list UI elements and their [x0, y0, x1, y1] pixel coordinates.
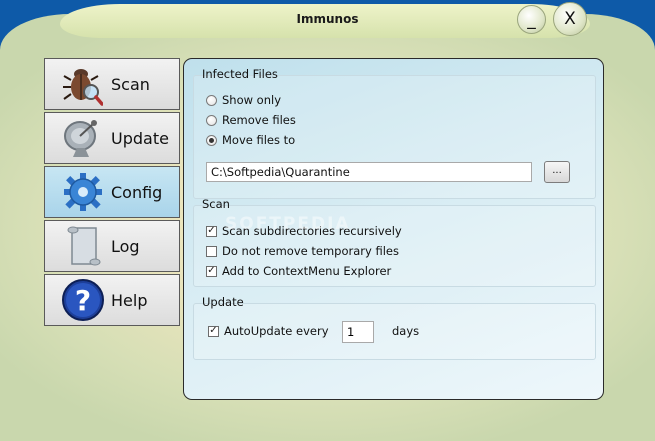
nav-item-help[interactable]: ? Help [44, 274, 180, 326]
nav-item-update[interactable]: Update [44, 112, 180, 164]
infected-files-title: Infected Files [202, 67, 278, 81]
check-keep-temp[interactable]: Do not remove temporary files [206, 244, 399, 258]
radio-circle[interactable] [206, 94, 217, 106]
browse-button[interactable]: ... [544, 161, 570, 183]
checkbox-checked[interactable]: ✓ [206, 265, 217, 277]
checkbox[interactable] [206, 245, 217, 257]
checkbox-checked[interactable]: ✓ [208, 325, 219, 337]
scroll-icon [61, 224, 105, 268]
days-label: days [392, 324, 420, 338]
check-context-menu[interactable]: ✓ Add to ContextMenu Explorer [206, 264, 391, 278]
infected-files-group: Infected Files Show only Remove files Mo… [193, 67, 596, 199]
watermark: SOFTPEDIA [225, 214, 351, 234]
check-auto-update[interactable]: ✓ AutoUpdate every [208, 324, 329, 338]
gear-icon [61, 170, 105, 214]
quarantine-path-input[interactable] [206, 162, 532, 182]
radio-label: Remove files [222, 113, 296, 127]
scan-title: Scan [202, 197, 230, 211]
nav-label-config: Config [111, 182, 163, 202]
nav-label-log: Log [111, 236, 140, 256]
nav-item-scan[interactable]: Scan [44, 58, 180, 110]
nav-label-help: Help [111, 290, 148, 310]
update-days-input[interactable] [342, 321, 374, 343]
question-icon: ? [61, 278, 105, 322]
minimize-button[interactable]: _ [517, 5, 546, 34]
checkbox-label: AutoUpdate every [224, 324, 329, 338]
bug-magnifier-icon [61, 62, 105, 106]
update-group: Update ✓ AutoUpdate every days [193, 295, 596, 360]
checkbox-label: Add to ContextMenu Explorer [222, 264, 392, 278]
radio-move-files[interactable]: Move files to [206, 133, 295, 147]
nav-label-update: Update [111, 128, 169, 148]
nav-label-scan: Scan [111, 74, 150, 94]
nav-item-config[interactable]: Config [44, 166, 180, 218]
svg-text:?: ? [75, 284, 91, 317]
close-button[interactable]: X [553, 2, 587, 36]
radio-remove-files[interactable]: Remove files [206, 113, 296, 127]
radio-show-only[interactable]: Show only [206, 93, 281, 107]
radio-circle[interactable] [206, 114, 217, 126]
satellite-dish-icon [61, 116, 105, 160]
radio-label: Move files to [222, 133, 296, 147]
nav-item-log[interactable]: Log [44, 220, 180, 272]
checkbox-checked[interactable]: ✓ [206, 225, 217, 237]
radio-label: Show only [222, 93, 282, 107]
radio-circle-checked[interactable] [206, 134, 217, 146]
checkbox-label: Do not remove temporary files [222, 244, 399, 258]
update-title: Update [202, 295, 244, 309]
